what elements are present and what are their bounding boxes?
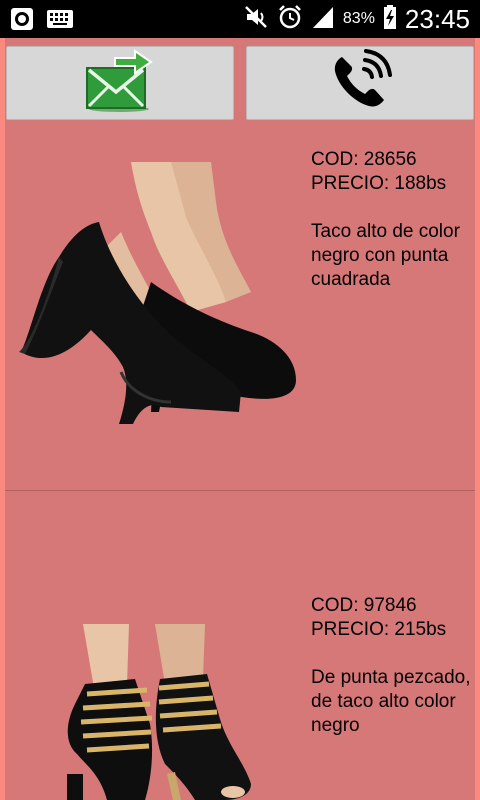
product-info: COD: 28656 PRECIO: 188bs Taco alto de co…	[311, 148, 475, 292]
keyboard-icon	[46, 7, 74, 36]
product-image-strappy-heel[interactable]	[55, 624, 255, 800]
clock: 23:45	[404, 3, 470, 34]
product-price: PRECIO: 188bs	[311, 173, 447, 194]
product-code: COD: 97846	[311, 595, 417, 616]
call-button[interactable]	[246, 46, 474, 120]
list-divider	[5, 490, 475, 491]
product-info: COD: 97846 PRECIO: 215bs De punta pezcad…	[311, 594, 475, 738]
record-icon	[10, 7, 34, 36]
product-description: Taco alto de color negro con punta cuadr…	[311, 221, 460, 290]
product-image-black-pump[interactable]	[11, 162, 301, 442]
battery-percentage: 83%	[342, 10, 375, 27]
phone-call-icon	[328, 48, 392, 118]
product-price: PRECIO: 215bs	[311, 619, 447, 640]
product-description: De punta pezcado, de taco alto color neg…	[311, 667, 471, 736]
email-button[interactable]	[6, 46, 234, 120]
mute-icon	[243, 4, 269, 35]
signal-icon	[311, 4, 335, 35]
product-code: COD: 28656	[311, 149, 417, 170]
battery-charging-icon	[383, 4, 397, 35]
status-bar: 83% 23:45	[0, 0, 480, 38]
product-catalog: COD: 28656 PRECIO: 188bs Taco alto de co…	[5, 38, 475, 800]
email-forward-icon	[85, 48, 155, 119]
alarm-icon	[277, 4, 303, 35]
